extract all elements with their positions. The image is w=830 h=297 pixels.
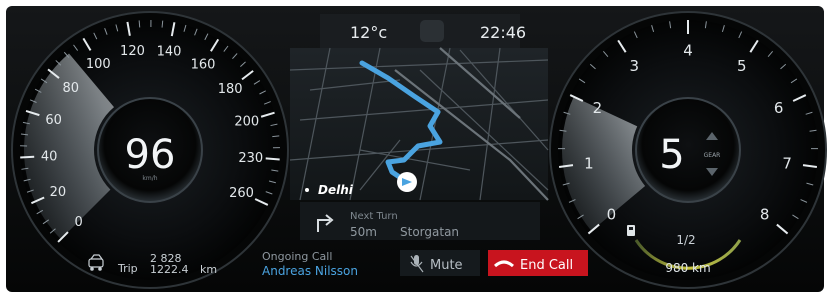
major-tick [20,155,35,159]
scale-label: 160 [191,58,216,73]
scale-label: 120 [120,44,145,59]
fuel-half-label: 1/2 [676,233,695,247]
scale-label: 60 [45,113,62,128]
major-tick [265,157,280,161]
trip-unit: km [200,263,217,276]
minor-tick [138,20,141,28]
speed-value: 96 [125,132,176,178]
scale-label: 40 [41,149,58,164]
scale-label: 7 [782,154,792,172]
scale-label: 6 [774,99,784,117]
next-turn-panel: Next Turn 50m Storgatan [300,202,540,240]
gear-value: 5 [659,132,684,178]
speed-unit: km/h [142,175,157,182]
speedometer: 0 20 40 60 80 100 120 140 160180 200 230 260 96 km/… [11,11,289,289]
fuel-pump-icon [627,225,635,236]
scale-label: 80 [63,81,80,96]
scale-label: 200 [234,115,259,130]
scale-label: 180 [218,82,243,97]
scale-label: 4 [683,41,693,59]
minor-tick [161,20,164,28]
scale-label: 0 [74,215,82,230]
turn-distance: 50m [350,225,377,239]
mute-label: Mute [430,258,463,273]
mute-button[interactable]: Mute [400,250,480,276]
scale-label: 0 [607,206,617,224]
call-status-label: Ongoing Call [262,250,332,263]
gear-label: GEAR [704,152,721,159]
tachometer: 0 1 2 3 4 5 6 7 8 5 GEAR 1/2 980 km [549,11,827,289]
turn-street: Storgatan [400,225,459,239]
next-turn-label: Next Turn [350,211,398,222]
scale-label: 5 [737,57,747,75]
trip-distance-value: 1222.4 [150,263,189,276]
scale-label: 140 [157,44,182,59]
end-call-button[interactable]: End Call [488,250,588,276]
clock-readout: 22:46 [480,23,526,42]
scale-label: 3 [629,57,639,75]
trip-label: Trip [117,262,138,275]
scale-label: 230 [238,151,263,166]
scale-label: 1 [584,154,594,172]
scale-label: 260 [229,186,254,201]
camera-icon [420,20,444,42]
navigation-map[interactable]: Delhi [289,47,549,201]
scale-label: 8 [760,206,770,224]
range-readout: 980 km [665,261,710,275]
driver-display: 12°c 22:46 Delhi Next Turn 50m Storgatan… [0,0,830,297]
scale-label: 100 [86,57,111,72]
caller-name: Andreas Nilsson [262,264,358,278]
map-city-label: Delhi [318,183,354,197]
gear-hub [635,97,741,203]
temperature-readout: 12°c [350,23,387,42]
scale-label: 2 [593,99,603,117]
end-call-label: End Call [520,258,573,273]
call-strip: Ongoing Call Andreas Nilsson Mute End Ca… [262,250,588,278]
scale-label: 20 [50,185,67,200]
